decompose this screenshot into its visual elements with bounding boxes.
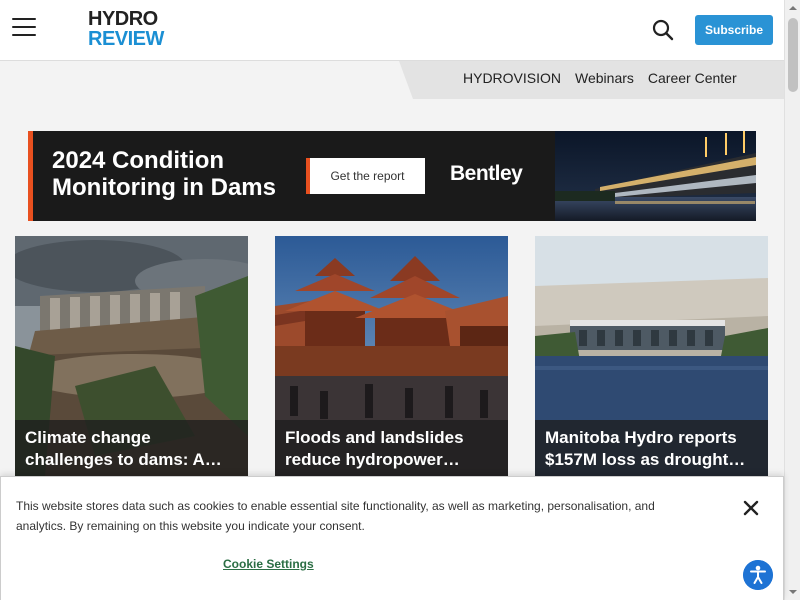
subscribe-button[interactable]: Subscribe: [695, 15, 773, 45]
nav-link-career-center[interactable]: Career Center: [648, 70, 737, 86]
ad-dam-night-image: [555, 131, 756, 221]
ad-title: 2024 Condition Monitoring in Dams: [52, 147, 276, 201]
ad-brand-logo: Bentley: [450, 162, 523, 185]
scroll-up-arrow-icon[interactable]: [785, 0, 800, 16]
cookie-settings-link[interactable]: Cookie Settings: [223, 557, 314, 571]
close-icon[interactable]: [742, 499, 760, 517]
ad-accent-bar: [28, 131, 33, 221]
article-title[interactable]: Climate change challenges to dams: A…: [25, 427, 239, 471]
page-scrollbar[interactable]: [784, 0, 800, 600]
cookie-notice-text: This website stores data such as cookies…: [16, 499, 655, 533]
logo-line2: REVIEW: [88, 28, 164, 50]
article-card[interactable]: Climate change challenges to dams: A…: [15, 236, 248, 476]
hamburger-menu-icon[interactable]: [12, 18, 36, 36]
article-title[interactable]: Manitoba Hydro reports $157M loss as dro…: [545, 427, 759, 471]
get-report-button[interactable]: Get the report: [306, 158, 425, 194]
site-header: HYDRO REVIEW Subscribe: [0, 0, 784, 61]
search-icon[interactable]: [652, 19, 674, 41]
accessibility-icon[interactable]: [743, 560, 773, 590]
article-card[interactable]: Floods and landslides reduce hydropower…: [275, 236, 508, 476]
secondary-nav: HYDROVISION Webinars Career Center: [463, 70, 737, 86]
article-card[interactable]: Manitoba Hydro reports $157M loss as dro…: [535, 236, 768, 476]
cookie-consent-banner: This website stores data such as cookies…: [0, 476, 784, 600]
logo-line1: HYDRO: [88, 8, 158, 30]
site-logo[interactable]: HYDRO REVIEW: [88, 9, 164, 49]
ad-banner[interactable]: 2024 Condition Monitoring in Dams Get th…: [28, 131, 756, 221]
nav-link-webinars[interactable]: Webinars: [575, 70, 634, 86]
scroll-thumb[interactable]: [788, 18, 798, 92]
article-title[interactable]: Floods and landslides reduce hydropower…: [285, 427, 499, 471]
nav-link-hydrovision[interactable]: HYDROVISION: [463, 70, 561, 86]
scroll-down-arrow-icon[interactable]: [785, 584, 800, 600]
